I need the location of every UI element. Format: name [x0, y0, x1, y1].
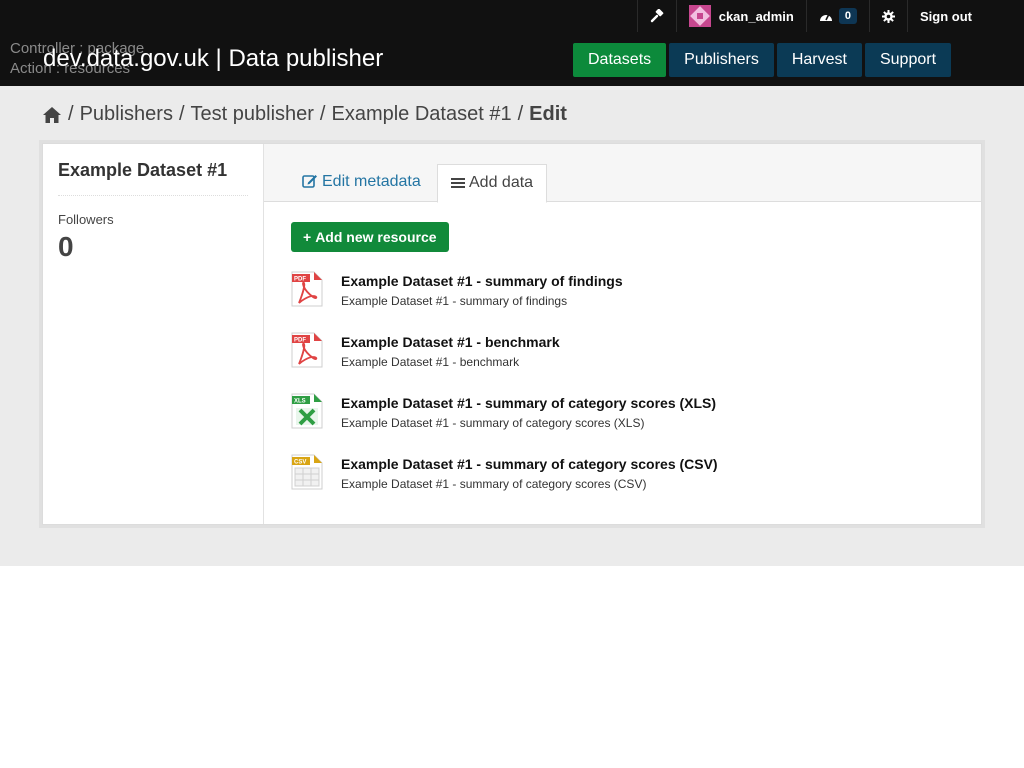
settings-link[interactable] [869, 0, 907, 32]
breadcrumb-publishers[interactable]: Publishers [80, 103, 173, 126]
resource-item[interactable]: PDF Example Dataset #1 - benchmark Examp… [291, 332, 911, 382]
account-bar: ckan_admin 0 Sign out [636, 0, 984, 32]
breadcrumb-current: Edit [529, 103, 567, 125]
page-body: / Publishers / Test publisher / Example … [0, 86, 1024, 566]
resource-description: Example Dataset #1 - summary of category… [341, 416, 645, 430]
main-content: Edit metadata Add data + Add new resource… [264, 144, 981, 524]
nav-datasets[interactable]: Datasets [573, 43, 667, 77]
sign-out-link[interactable]: Sign out [907, 0, 984, 32]
breadcrumb-dataset[interactable]: Example Dataset #1 [331, 103, 511, 126]
resource-title[interactable]: Example Dataset #1 - summary of findings [341, 273, 623, 289]
breadcrumb-separator: / [319, 103, 326, 125]
nav-support[interactable]: Support [864, 43, 952, 77]
sysadmin-link[interactable] [636, 0, 676, 32]
plus-icon: + [303, 229, 312, 245]
hammer-icon [650, 9, 664, 23]
followers-label: Followers [58, 212, 114, 227]
masthead: ckan_admin 0 Sign out Controller : packa… [0, 0, 1024, 86]
dashboard-count-badge: 0 [838, 8, 857, 24]
list-icon [451, 178, 465, 188]
followers-count: 0 [58, 231, 74, 262]
main-nav: Datasets Publishers Harvest Support [573, 43, 952, 77]
user-link[interactable]: ckan_admin [675, 0, 806, 32]
svg-text:PDF: PDF [294, 277, 306, 283]
username: ckan_admin [718, 8, 794, 24]
site-title[interactable]: dev.data.gov.uk | Data publisher [43, 44, 383, 74]
breadcrumb: / Publishers / Test publisher / Example … [42, 103, 567, 126]
breadcrumb-separator: / [68, 103, 74, 125]
gear-icon [882, 9, 895, 23]
resource-description: Example Dataset #1 - summary of category… [341, 477, 647, 491]
resource-item[interactable]: CSV Example Dataset #1 - summary of cate… [291, 454, 911, 504]
csv-file-icon: CSV [291, 454, 323, 490]
xls-file-icon: XLS [291, 393, 323, 429]
dashboard-icon [819, 13, 832, 21]
home-icon[interactable] [42, 106, 62, 124]
resource-description: Example Dataset #1 - summary of findings [341, 294, 568, 308]
svg-text:XLS: XLS [294, 399, 306, 405]
svg-text:CSV: CSV [294, 460, 306, 466]
resource-title[interactable]: Example Dataset #1 - benchmark [341, 334, 560, 350]
resource-title[interactable]: Example Dataset #1 - summary of category… [341, 456, 718, 472]
pdf-file-icon: PDF [291, 271, 323, 307]
tab-edit-metadata[interactable]: Edit metadata [289, 164, 434, 202]
svg-text:PDF: PDF [294, 338, 306, 344]
add-new-resource-button[interactable]: + Add new resource [291, 222, 449, 252]
dataset-panel: Example Dataset #1 Followers 0 Edit meta… [42, 143, 982, 525]
avatar [688, 5, 711, 27]
pdf-file-icon: PDF [291, 332, 323, 368]
resource-item[interactable]: XLS Example Dataset #1 - summary of cate… [291, 393, 911, 443]
tab-add-data[interactable]: Add data [437, 164, 548, 203]
tab-add-data-label: Add data [469, 174, 534, 191]
nav-harvest[interactable]: Harvest [776, 43, 862, 77]
tab-edit-metadata-label: Edit metadata [322, 173, 421, 190]
edit-icon [302, 175, 317, 188]
breadcrumb-separator: / [178, 103, 185, 125]
sidebar-title: Example Dataset #1 [58, 160, 248, 196]
breadcrumb-publisher[interactable]: Test publisher [191, 103, 314, 126]
add-new-resource-label: Add new resource [315, 229, 437, 245]
resource-title[interactable]: Example Dataset #1 - summary of category… [341, 395, 716, 411]
sign-out-label: Sign out [920, 8, 972, 24]
sidebar: Example Dataset #1 Followers 0 [43, 144, 264, 524]
nav-publishers[interactable]: Publishers [669, 43, 774, 77]
dashboard-link[interactable]: 0 [805, 0, 869, 32]
resource-description: Example Dataset #1 - benchmark [341, 355, 520, 369]
breadcrumb-separator: / [517, 103, 524, 125]
tab-bar: Edit metadata Add data [264, 144, 981, 203]
resource-item[interactable]: PDF Example Dataset #1 - summary of find… [291, 271, 911, 321]
